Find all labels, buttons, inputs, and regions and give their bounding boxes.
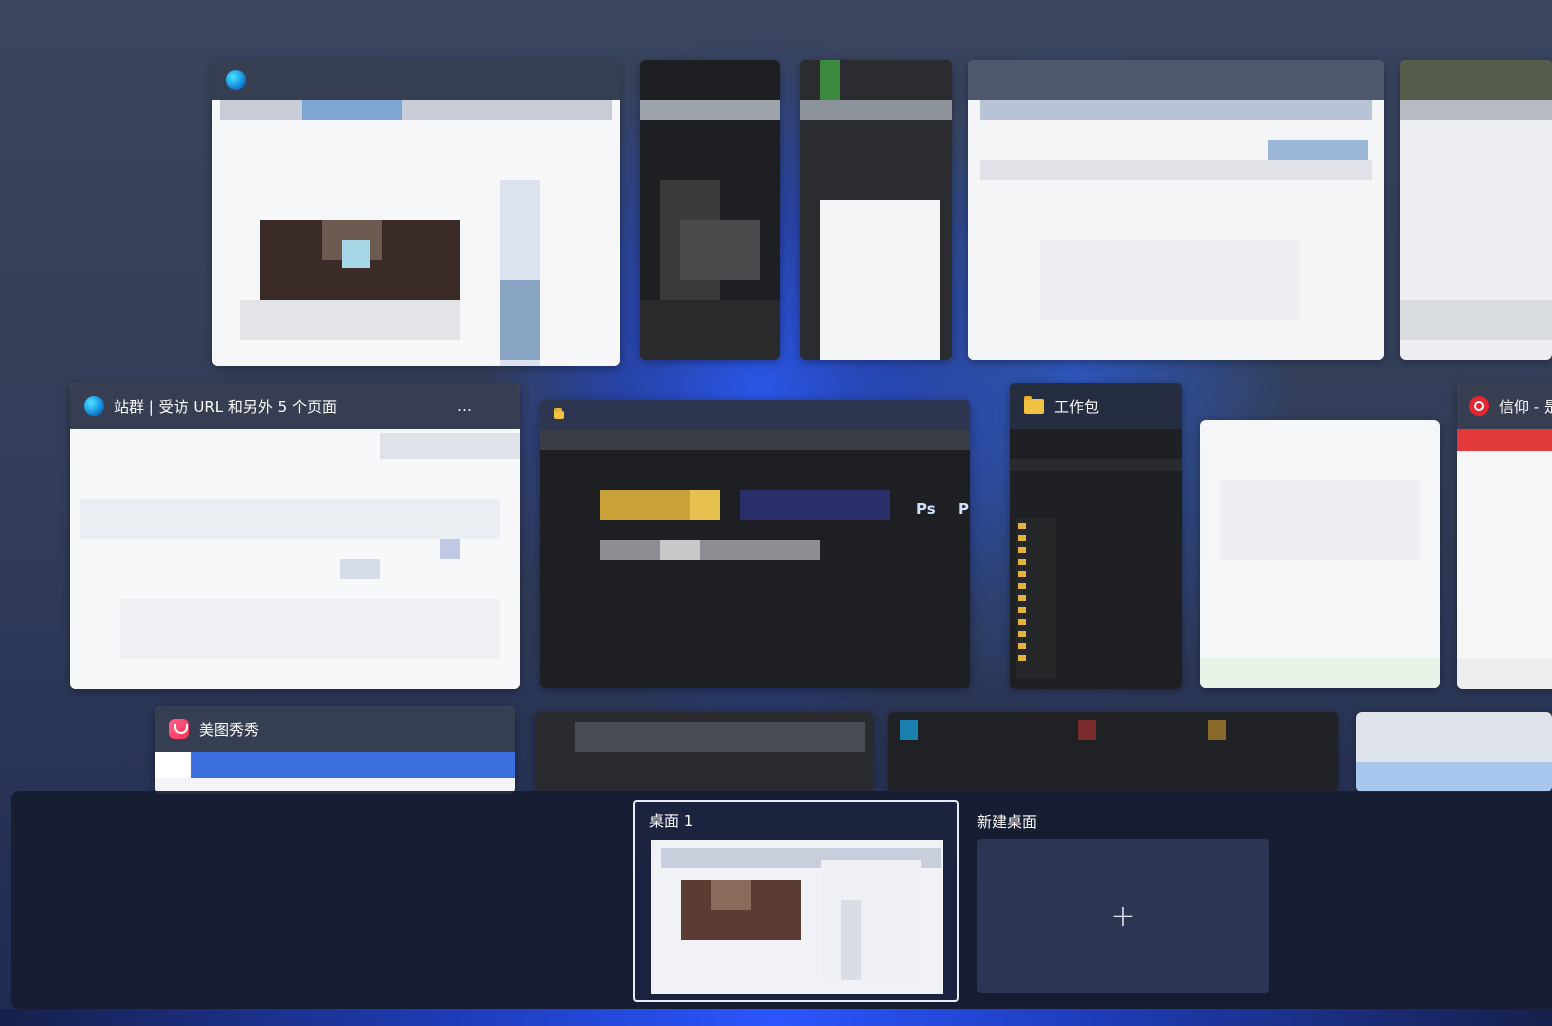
edge-icon xyxy=(226,70,246,90)
desktop-1-thumbnail xyxy=(651,840,943,994)
edge-icon xyxy=(84,396,104,416)
window-titlebar[interactable] xyxy=(968,60,1384,100)
window-browser-bottom[interactable] xyxy=(888,712,1338,792)
window-explorer-dark[interactable]: Ps P xyxy=(540,400,970,688)
taskbar-edge xyxy=(0,1009,1552,1026)
window-right-bottom[interactable] xyxy=(1356,712,1552,792)
window-title-ellipsis: … xyxy=(456,397,472,415)
window-titlebar[interactable]: 信仰 - 是 xyxy=(1457,383,1552,429)
window-titlebar[interactable] xyxy=(212,60,620,100)
window-title: 美图秀秀 xyxy=(199,720,260,739)
window-meitu[interactable]: 美图秀秀 xyxy=(155,706,515,794)
window-edge-main[interactable]: 站群 | 受访 URL 和另外 5 个页面 … xyxy=(70,383,520,689)
window-white-page[interactable] xyxy=(1200,420,1440,688)
window-dark-bottom[interactable] xyxy=(535,712,873,792)
window-explorer-workpack[interactable]: 工作包 xyxy=(1010,383,1182,689)
window-preview xyxy=(70,429,520,689)
window-preview xyxy=(155,752,515,794)
window-title: 站群 | 受访 URL 和另外 5 个页面 xyxy=(114,397,337,416)
photoshop-file-label-2: P xyxy=(958,500,969,518)
window-titlebar[interactable]: 美图秀秀 xyxy=(155,706,515,752)
window-settings-top[interactable] xyxy=(968,60,1384,360)
window-titlebar[interactable] xyxy=(540,400,970,430)
window-right-top[interactable] xyxy=(1400,60,1552,360)
new-desktop-button[interactable]: + xyxy=(977,839,1269,993)
window-netease-music[interactable]: 信仰 - 是 xyxy=(1457,383,1552,689)
window-preview xyxy=(1457,429,1552,689)
desktop-1-card[interactable]: 桌面 1 xyxy=(633,800,959,1002)
folder-icon xyxy=(1024,395,1044,414)
window-titlebar[interactable]: 站群 | 受访 URL 和另外 5 个页面 … xyxy=(70,383,520,429)
window-titlebar[interactable]: 工作包 xyxy=(1010,383,1182,429)
netease-music-icon xyxy=(1469,396,1489,416)
window-edge-top[interactable] xyxy=(212,60,620,366)
window-white-top[interactable] xyxy=(800,60,952,360)
window-preview xyxy=(968,100,1384,360)
meitu-icon xyxy=(169,719,189,739)
new-desktop-card[interactable]: 新建桌面 + xyxy=(973,803,1273,1001)
folder-icon xyxy=(554,408,564,419)
plus-icon: + xyxy=(1110,898,1136,934)
window-title: 信仰 - 是 xyxy=(1499,397,1552,416)
window-preview xyxy=(212,100,620,366)
new-desktop-label: 新建桌面 xyxy=(977,813,1038,831)
window-preview xyxy=(1010,429,1182,689)
photoshop-file-label: Ps xyxy=(916,500,936,518)
window-title: 工作包 xyxy=(1054,397,1100,416)
desktop-1-label: 桌面 1 xyxy=(649,812,694,830)
window-dark-top[interactable] xyxy=(640,60,780,360)
